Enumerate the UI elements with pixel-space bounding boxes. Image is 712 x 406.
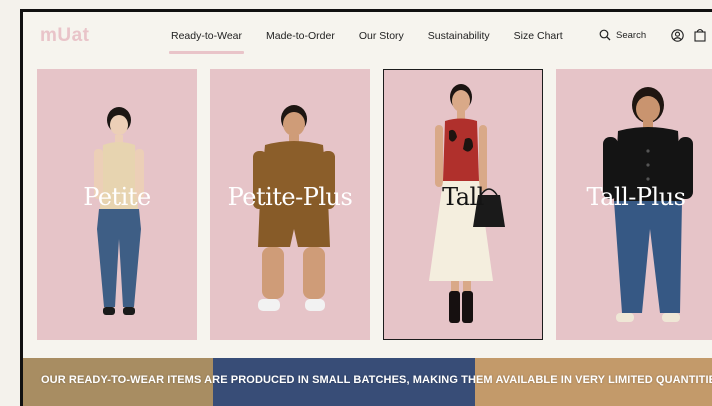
category-grid: Petite Petite-Plus Tall Tall-Plus <box>37 69 712 350</box>
nav-size-chart[interactable]: Size Chart <box>514 12 563 62</box>
nav-made-to-order[interactable]: Made-to-Order <box>266 12 335 62</box>
category-card-tall[interactable]: Tall <box>383 69 543 340</box>
search-icon <box>599 29 611 41</box>
banner-text: OUR READY-TO-WEAR ITEMS ARE PRODUCED IN … <box>41 374 712 386</box>
category-label-petite-plus: Petite-Plus <box>227 183 353 211</box>
promo-banner: OUR READY-TO-WEAR ITEMS ARE PRODUCED IN … <box>23 358 712 406</box>
brand-logo[interactable]: mUat <box>40 25 90 47</box>
category-label-tall-plus: Tall-Plus <box>586 183 686 211</box>
shopping-bag-icon[interactable] <box>694 28 706 42</box>
browser-viewport: mUat Ready-to-Wear Made-to-Order Our Sto… <box>20 9 712 406</box>
search-label: Search <box>616 29 647 41</box>
nav-sustainability[interactable]: Sustainability <box>428 12 490 62</box>
category-label-petite: Petite <box>83 183 151 211</box>
main-nav: Ready-to-Wear Made-to-Order Our Story Su… <box>169 12 587 62</box>
category-label-tall: Tall <box>442 183 484 211</box>
category-card-petite-plus[interactable]: Petite-Plus <box>210 69 370 340</box>
nav-our-story[interactable]: Our Story <box>359 12 404 62</box>
search-button[interactable]: Search <box>599 29 646 41</box>
account-icon[interactable] <box>671 29 684 42</box>
nav-ready-to-wear[interactable]: Ready-to-Wear <box>169 12 244 62</box>
site-header: mUat Ready-to-Wear Made-to-Order Our Sto… <box>23 12 712 62</box>
category-card-tall-plus[interactable]: Tall-Plus <box>556 69 712 340</box>
category-card-petite[interactable]: Petite <box>37 69 197 340</box>
